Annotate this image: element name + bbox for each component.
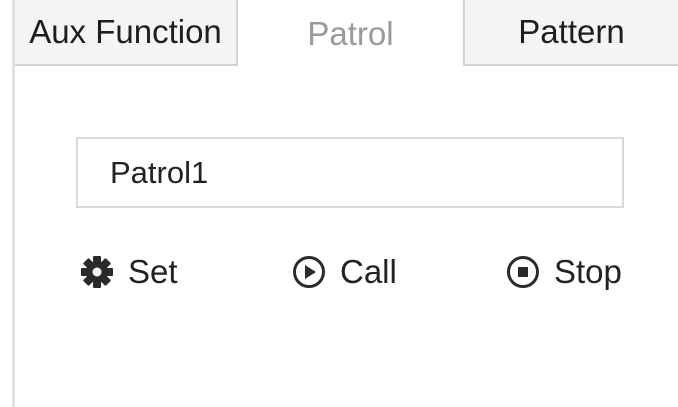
play-circle-icon bbox=[292, 255, 326, 289]
stop-button-label: Stop bbox=[554, 253, 622, 290]
patrol-select[interactable]: Patrol1 bbox=[76, 137, 624, 208]
ptz-panel: Aux Function Patrol Pattern Patrol1 Set bbox=[0, 0, 678, 407]
gear-icon bbox=[80, 255, 114, 289]
set-button[interactable]: Set bbox=[80, 250, 178, 294]
tab-aux-function[interactable]: Aux Function bbox=[15, 0, 238, 66]
set-button-label: Set bbox=[128, 253, 178, 290]
call-button-label: Call bbox=[340, 253, 397, 290]
tab-pattern[interactable]: Pattern bbox=[463, 0, 678, 66]
stop-button[interactable]: Stop bbox=[506, 250, 622, 294]
call-button[interactable]: Call bbox=[292, 250, 397, 294]
stop-circle-icon bbox=[506, 255, 540, 289]
tab-patrol[interactable]: Patrol bbox=[238, 0, 463, 68]
patrol-select-value: Patrol1 bbox=[110, 154, 209, 190]
